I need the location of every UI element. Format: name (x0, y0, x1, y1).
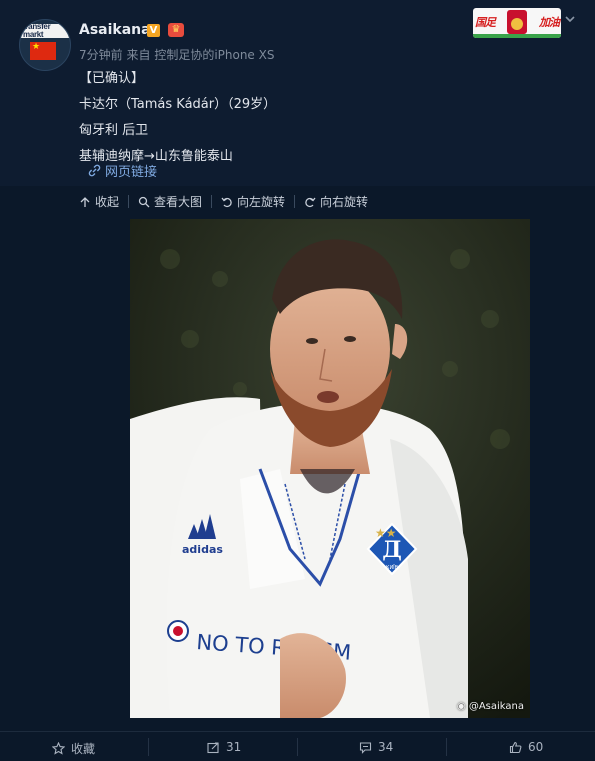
rotate-right-label: 向右旋转 (320, 195, 369, 209)
post-photo[interactable]: adidas Д КИЇВ ★★ NO TO RACISM ◉ @Asaikan… (130, 219, 530, 718)
weibo-logo-icon: ◉ (456, 701, 466, 712)
search-icon (138, 196, 150, 207)
like-count: 60 (528, 740, 544, 754)
member-crown-icon[interactable]: ♛ (168, 23, 184, 37)
rotate-right-button[interactable]: 向右旋转 (304, 193, 368, 210)
banner-right-text: 加油 (539, 16, 560, 29)
weibo-post-card: transfer markt ★ Asaikana V ♛ 7分钟前 来自 控制… (0, 0, 595, 761)
toolbar-divider (128, 195, 129, 208)
thumbs-up-icon (509, 741, 522, 753)
favorite-label: 收藏 (71, 742, 96, 756)
toolbar-divider (211, 195, 212, 208)
comment-count: 34 (378, 740, 394, 754)
action-divider (297, 738, 298, 756)
username[interactable]: Asaikana (79, 22, 151, 38)
collapse-button[interactable]: 收起 (79, 193, 119, 210)
rotate-right-icon (305, 197, 316, 207)
post-meta: 7分钟前 来自 控制足协的iPhone XS (79, 46, 274, 63)
sponsor-logo: adidas (182, 543, 223, 556)
action-bar: 收藏 31 34 60 (0, 731, 595, 761)
watermark-text: @Asaikana (468, 701, 524, 712)
rotate-left-button[interactable]: 向左旋转 (221, 193, 285, 210)
repost-count: 31 (226, 740, 242, 754)
star-icon: ★★ (375, 526, 397, 540)
view-large-button[interactable]: 查看大图 (138, 193, 202, 210)
like-button[interactable]: 60 (509, 740, 543, 754)
player-photo: adidas Д КИЇВ ★★ NO TO RACISM (130, 219, 530, 718)
collapse-icon (80, 196, 90, 207)
avatar-logo-text: transfer markt (23, 22, 51, 39)
banner-grass (473, 34, 561, 38)
club-badge-letter: Д (382, 537, 402, 563)
avatar[interactable]: transfer markt ★ (19, 19, 71, 71)
chevron-down-icon[interactable] (565, 14, 575, 24)
post-text-line: 【已确认】 (79, 71, 145, 86)
comment-button[interactable]: 34 (359, 740, 393, 754)
watermark: ◉ @Asaikana (457, 701, 524, 712)
team-support-banner[interactable]: 国足 加油 (473, 8, 561, 38)
collapse-label: 收起 (95, 195, 120, 209)
post-text-line: 匈牙利 后卫 (79, 123, 149, 138)
club-badge-text: КИЇВ (386, 564, 399, 571)
link-icon (88, 164, 101, 177)
post-source[interactable]: 控制足协的iPhone XS (154, 48, 274, 62)
source-prefix: 来自 (126, 48, 151, 62)
toolbar-divider (294, 195, 295, 208)
banner-left-text: 国足 (475, 16, 496, 29)
favorite-button[interactable]: 收藏 (52, 740, 95, 757)
web-link-label: 网页链接 (105, 165, 158, 180)
view-large-label: 查看大图 (154, 195, 203, 209)
verified-badge-icon[interactable]: V (147, 24, 160, 37)
repost-icon (207, 741, 219, 753)
post-text: 【已确认】 卡达尔（Tamás Kádár）（29岁） 匈牙利 后卫 基辅迪纳摩… (79, 66, 276, 170)
banner-emblem-icon (507, 10, 527, 34)
post-time[interactable]: 7分钟前 (79, 48, 123, 62)
post-text-line: 卡达尔（Tamás Kádár）（29岁） (79, 97, 277, 112)
action-divider (148, 738, 149, 756)
rotate-left-icon (221, 197, 232, 207)
action-divider (446, 738, 447, 756)
china-flag-icon: ★ (30, 42, 56, 60)
comment-icon (359, 741, 372, 754)
web-link[interactable]: 网页链接 (88, 161, 157, 180)
rotate-left-label: 向左旋转 (237, 195, 286, 209)
star-outline-icon (52, 742, 65, 755)
repost-button[interactable]: 31 (207, 740, 241, 754)
